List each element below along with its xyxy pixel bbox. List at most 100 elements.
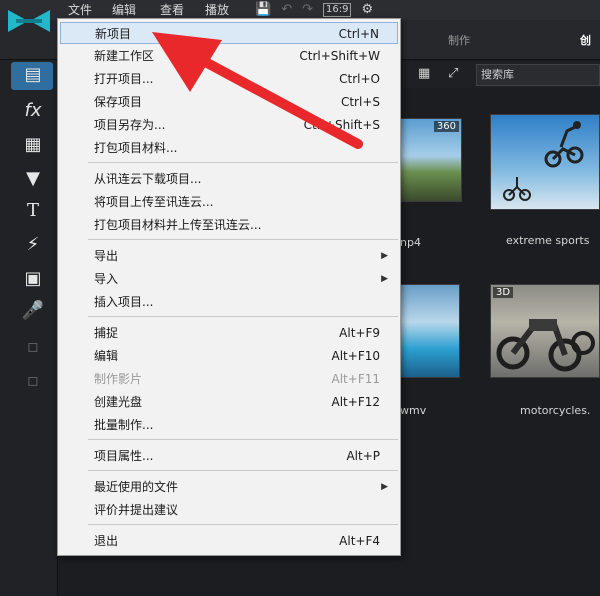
- file-menu-dropdown: 新项目 Ctrl+N 新建工作区 Ctrl+Shift+W 打开项目... Ct…: [57, 18, 401, 556]
- grid-view-icon[interactable]: ▦: [418, 66, 430, 81]
- gear-icon[interactable]: ⚙: [361, 1, 373, 19]
- app-window: 文件 编辑 查看 播放 💾 ↶ ↷ 16:9 ⚙ 制作 创 ▤ fx ▦ ▼ T…: [0, 0, 600, 596]
- menu-item-shortcut: Alt+F12: [331, 395, 380, 409]
- menu-item-export[interactable]: 导出 ▶: [58, 245, 400, 267]
- menu-item-open-project[interactable]: 打开项目... Ctrl+O: [58, 68, 400, 90]
- menu-item-import[interactable]: 导入 ▶: [58, 268, 400, 290]
- undo-icon[interactable]: ↶: [281, 1, 292, 19]
- menu-file[interactable]: 文件: [68, 1, 92, 19]
- menu-item-label: 导入: [94, 272, 119, 286]
- media-badge: 360: [433, 121, 459, 132]
- menu-item-edit[interactable]: 编辑 Alt+F10: [58, 345, 400, 367]
- menu-item-shortcut: Alt+F11: [331, 372, 380, 386]
- transition-icon[interactable]: ⚡: [20, 234, 46, 256]
- menu-item-produce-video: 制作影片 Alt+F11: [58, 368, 400, 390]
- app-logo-icon: [8, 10, 50, 32]
- menu-separator: [88, 470, 398, 471]
- menu-item-exit[interactable]: 退出 Alt+F4: [58, 530, 400, 552]
- menu-item-label: 打包项目材料...: [94, 141, 178, 155]
- menu-item-create-disc[interactable]: 创建光盘 Alt+F12: [58, 391, 400, 413]
- menu-item-batch-produce[interactable]: 批量制作...: [58, 414, 400, 436]
- menu-item-pack-materials[interactable]: 打包项目材料...: [58, 137, 400, 159]
- menu-item-label: 新项目: [95, 27, 132, 41]
- aspect-ratio-button[interactable]: 16:9: [323, 3, 352, 17]
- menu-item-label: 插入项目...: [94, 295, 154, 309]
- menu-item-label: 将项目上传至讯连云...: [94, 195, 214, 209]
- particle-icon[interactable]: ▼: [20, 168, 46, 190]
- menu-separator: [88, 239, 398, 240]
- tab-create[interactable]: 创: [580, 32, 591, 48]
- menu-edit[interactable]: 编辑: [112, 1, 136, 19]
- media-thumb-extreme-sports[interactable]: [490, 114, 600, 210]
- resize-icon[interactable]: ⤢: [448, 66, 458, 81]
- library-search-input[interactable]: 搜索库: [476, 64, 600, 86]
- menu-item-recent-files[interactable]: 最近使用的文件 ▶: [58, 476, 400, 498]
- menu-item-label: 制作影片: [94, 372, 143, 386]
- tab-produce[interactable]: 制作: [448, 32, 470, 48]
- motorcycle-image: [496, 319, 595, 372]
- menu-item-label: 项目属性...: [94, 449, 154, 463]
- chapter-icon[interactable]: ▫: [20, 336, 46, 358]
- menu-item-save-as[interactable]: 项目另存为... Ctrl+Shift+S: [58, 114, 400, 136]
- menu-item-new-workspace[interactable]: 新建工作区 Ctrl+Shift+W: [58, 45, 400, 67]
- redo-icon[interactable]: ↷: [302, 1, 313, 19]
- media-badge: 3D: [493, 287, 514, 298]
- menu-separator: [88, 439, 398, 440]
- menu-item-project-properties[interactable]: 项目属性... Alt+P: [58, 445, 400, 467]
- menu-item-label: 从讯连云下载项目...: [94, 172, 202, 186]
- menu-play[interactable]: 播放: [205, 1, 229, 19]
- menu-separator: [88, 316, 398, 317]
- media-label: extreme sports: [506, 234, 590, 247]
- media-room-icon[interactable]: ▤: [20, 64, 46, 86]
- menu-item-shortcut: Alt+P: [346, 449, 380, 463]
- subtitle-icon[interactable]: ▫: [20, 370, 46, 392]
- save-icon[interactable]: 💾: [255, 1, 271, 19]
- menu-item-save-project[interactable]: 保存项目 Ctrl+S: [58, 91, 400, 113]
- menu-item-shortcut: Ctrl+Shift+W: [299, 49, 380, 63]
- menu-item-label: 项目另存为...: [94, 118, 166, 132]
- menu-item-feedback[interactable]: 评价并提出建议: [58, 499, 400, 521]
- menu-item-shortcut: Alt+F10: [331, 349, 380, 363]
- microphone-icon[interactable]: 🎤: [20, 300, 46, 322]
- menu-item-download-cloud[interactable]: 从讯连云下载项目...: [58, 168, 400, 190]
- menu-item-label: 新建工作区: [94, 49, 155, 63]
- menu-item-capture[interactable]: 捕捉 Alt+F9: [58, 322, 400, 344]
- menu-item-label: 创建光盘: [94, 395, 143, 409]
- media-thumb-360[interactable]: 360: [400, 118, 462, 202]
- media-label: motorcycles.: [520, 404, 591, 417]
- menu-separator: [88, 162, 398, 163]
- menu-item-shortcut: Alt+F4: [339, 534, 380, 548]
- menu-item-insert-project[interactable]: 插入项目...: [58, 291, 400, 313]
- menu-item-label: 打包项目材料并上传至讯连云...: [94, 218, 262, 232]
- media-thumb-beach[interactable]: [400, 284, 460, 378]
- media-label: np4: [400, 236, 421, 249]
- menu-item-label: 保存项目: [94, 95, 143, 109]
- pip-icon[interactable]: ▦: [20, 134, 46, 156]
- menu-item-shortcut: Ctrl+Shift+S: [303, 118, 380, 132]
- toolbar-icons: 💾 ↶ ↷ 16:9 ⚙: [255, 1, 373, 19]
- title-icon[interactable]: T: [20, 200, 46, 222]
- media-thumb-motorcycles[interactable]: 3D: [490, 284, 600, 378]
- menu-item-shortcut: Ctrl+O: [339, 72, 380, 86]
- menu-item-label: 打开项目...: [94, 72, 154, 86]
- submenu-arrow-icon: ▶: [381, 482, 388, 492]
- menu-item-label: 编辑: [94, 349, 119, 363]
- menu-item-new-project[interactable]: 新项目 Ctrl+N: [60, 22, 398, 44]
- menu-item-shortcut: Ctrl+N: [338, 27, 379, 41]
- menu-item-label: 捕捉: [94, 326, 119, 340]
- menu-item-upload-cloud[interactable]: 将项目上传至讯连云...: [58, 191, 400, 213]
- menu-item-shortcut: Ctrl+S: [340, 95, 380, 109]
- menu-item-pack-upload-cloud[interactable]: 打包项目材料并上传至讯连云...: [58, 214, 400, 236]
- menu-item-shortcut: Alt+F9: [339, 326, 380, 340]
- menu-item-label: 批量制作...: [94, 418, 154, 432]
- menu-view[interactable]: 查看: [160, 1, 184, 19]
- bike-jump-image: [503, 121, 584, 201]
- menu-bar: 文件 编辑 查看 播放 💾 ↶ ↷ 16:9 ⚙: [0, 0, 600, 20]
- media-label: wmv: [400, 404, 427, 417]
- submenu-arrow-icon: ▶: [381, 274, 388, 284]
- audio-mix-icon[interactable]: ▣: [20, 268, 46, 290]
- menu-item-label: 最近使用的文件: [94, 480, 179, 494]
- submenu-arrow-icon: ▶: [381, 251, 388, 261]
- fx-icon[interactable]: fx: [20, 100, 46, 122]
- menu-item-label: 评价并提出建议: [94, 503, 179, 517]
